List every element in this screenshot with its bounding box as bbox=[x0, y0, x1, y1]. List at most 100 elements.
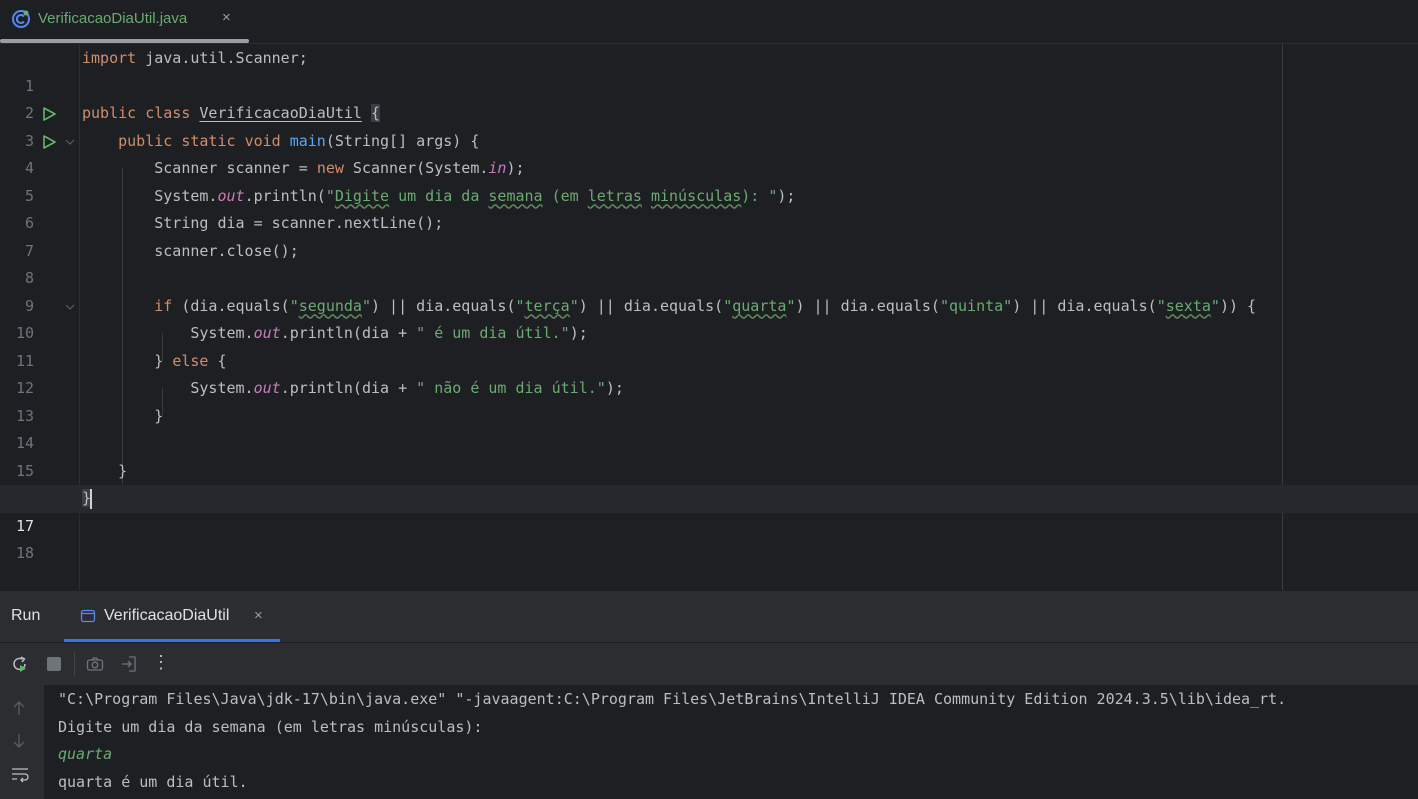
editor-tab-label: VerificacaoDiaUtil.java bbox=[38, 10, 188, 27]
scroll-down-arrow-icon[interactable] bbox=[11, 732, 27, 750]
run-config-tab[interactable]: VerificacaoDiaUtil × bbox=[64, 591, 280, 643]
string-literal: " bbox=[289, 296, 299, 315]
code-text: } bbox=[154, 406, 164, 425]
keyword: import bbox=[82, 49, 137, 67]
run-main-icon[interactable] bbox=[41, 134, 57, 150]
code-text: Scanner(System. bbox=[343, 159, 489, 177]
code-editor[interactable]: 1 import java.util.Scanner; 2 3 public c… bbox=[0, 44, 1418, 590]
keyword: static bbox=[181, 131, 236, 150]
code-text: } bbox=[154, 351, 173, 370]
code-line: 6 System.out.println("Digite um dia da s… bbox=[0, 183, 1418, 233]
code-text: { bbox=[208, 351, 227, 370]
keyword: class bbox=[145, 104, 191, 122]
string-literal bbox=[642, 187, 651, 205]
code-line: 9 bbox=[0, 265, 1418, 315]
code-text: java.util.Scanner; bbox=[136, 49, 308, 67]
code-line: 18 bbox=[0, 513, 1418, 562]
run-toolbar: ⋮ bbox=[0, 642, 1418, 685]
rerun-icon[interactable] bbox=[11, 655, 29, 673]
string-literal: " bbox=[515, 296, 525, 315]
code-text: System. bbox=[154, 186, 218, 205]
line-number: 18 bbox=[15, 544, 34, 562]
code-line: 1 import java.util.Scanner; bbox=[0, 45, 1418, 95]
keyword: public bbox=[118, 131, 173, 150]
string-literal: quarta bbox=[732, 296, 787, 315]
class-name: VerificacaoDiaUtil bbox=[199, 104, 362, 122]
more-options-icon[interactable]: ⋮ bbox=[152, 652, 170, 672]
code-text: (String[] args) { bbox=[325, 131, 480, 150]
console-window-icon bbox=[80, 609, 96, 623]
close-run-tab-icon[interactable]: × bbox=[254, 607, 263, 624]
line-code: } bbox=[82, 403, 163, 431]
string-literal: segunda bbox=[298, 296, 362, 315]
soft-wrap-icon[interactable] bbox=[10, 765, 30, 783]
run-tool-window-header: Run VerificacaoDiaUtil × bbox=[0, 590, 1418, 642]
code-text: scanner.close(); bbox=[154, 241, 299, 260]
brace: { bbox=[371, 104, 381, 122]
close-tab-icon[interactable]: × bbox=[222, 8, 231, 28]
keyword: public bbox=[82, 104, 137, 122]
code-text: ); bbox=[506, 159, 525, 177]
editor-tab-bar: VerificacaoDiaUtil.java × bbox=[0, 0, 1418, 44]
keyword: void bbox=[244, 131, 281, 150]
code-line: 13 System.out.println(dia + " não é um d… bbox=[0, 375, 1418, 425]
string-literal: Digite bbox=[334, 186, 390, 205]
string-literal: minúsculas bbox=[650, 186, 742, 205]
string-literal: (em bbox=[542, 186, 588, 205]
scroll-up-arrow-icon[interactable] bbox=[11, 699, 27, 717]
code-text: .println( bbox=[244, 186, 326, 205]
string-literal: " bbox=[325, 186, 335, 205]
console-output[interactable]: "C:\Program Files\Java\jdk-17\bin\java.e… bbox=[44, 685, 1418, 799]
fold-chevron-icon[interactable] bbox=[65, 303, 75, 311]
string-literal: " não é um dia útil." bbox=[416, 379, 606, 397]
code-line: 16 } bbox=[0, 458, 1418, 508]
fold-chevron-icon[interactable] bbox=[65, 138, 75, 146]
keyword: new bbox=[316, 159, 344, 177]
string-literal: um dia da bbox=[389, 186, 489, 205]
string-literal: "quinta" bbox=[939, 296, 1013, 315]
console-side-toolbar bbox=[0, 685, 44, 799]
run-panel-title: Run bbox=[11, 607, 41, 624]
line-code: System.out.println(dia + " é um dia útil… bbox=[82, 320, 588, 348]
code-text: )) { bbox=[1219, 296, 1257, 315]
run-class-icon[interactable] bbox=[41, 106, 57, 122]
run-tab-label: VerificacaoDiaUtil bbox=[104, 607, 230, 624]
string-literal: " bbox=[569, 296, 579, 315]
camera-icon[interactable] bbox=[86, 655, 104, 673]
code-text: .println(dia + bbox=[280, 379, 417, 397]
string-literal: " é um dia útil." bbox=[416, 324, 570, 342]
line-code: System.out.println("Digite um dia da sem… bbox=[82, 183, 795, 211]
keyword: else bbox=[172, 351, 209, 370]
stop-icon[interactable] bbox=[45, 655, 63, 673]
string-literal: " bbox=[1156, 296, 1166, 315]
code-line: 15 bbox=[0, 430, 1418, 480]
java-class-icon bbox=[12, 10, 30, 28]
string-literal: letras bbox=[587, 186, 642, 205]
console-output-line: Digite um dia da semana (em letras minús… bbox=[58, 717, 483, 736]
code-line: 2 bbox=[0, 73, 1418, 122]
code-line: 12 } else { bbox=[0, 348, 1418, 398]
code-text: .println(dia + bbox=[280, 324, 417, 342]
string-literal: sexta bbox=[1165, 296, 1211, 315]
editor-tab-verificacaodiautil[interactable]: VerificacaoDiaUtil.java × bbox=[0, 0, 249, 38]
code-text: ); bbox=[569, 324, 588, 342]
string-literal: " bbox=[723, 296, 733, 315]
code-line: 11 System.out.println(dia + " é um dia ú… bbox=[0, 320, 1418, 370]
code-line: 7 String dia = scanner.nextLine(); bbox=[0, 210, 1418, 260]
exit-icon[interactable] bbox=[120, 655, 138, 673]
static-field: in bbox=[488, 159, 507, 177]
line-code: System.out.println(dia + " não é um dia … bbox=[82, 375, 624, 403]
static-field: out bbox=[217, 186, 245, 205]
code-text: ) || dia.equals( bbox=[1012, 296, 1157, 315]
code-text: ) || dia.equals( bbox=[578, 296, 724, 315]
code-text: ); bbox=[777, 186, 796, 205]
code-text: } bbox=[118, 461, 128, 480]
console-command-line: "C:\Program Files\Java\jdk-17\bin\java.e… bbox=[58, 690, 1287, 708]
code-line: 10 if (dia.equals("segunda") || dia.equa… bbox=[0, 293, 1418, 343]
string-literal: ): " bbox=[741, 186, 778, 205]
console-user-input: quarta bbox=[58, 745, 113, 763]
code-text: System. bbox=[190, 324, 254, 342]
code-line: 3 public class VerificacaoDiaUtil { bbox=[0, 100, 1418, 150]
string-literal: " bbox=[1210, 296, 1220, 315]
static-field: out bbox=[253, 324, 281, 342]
